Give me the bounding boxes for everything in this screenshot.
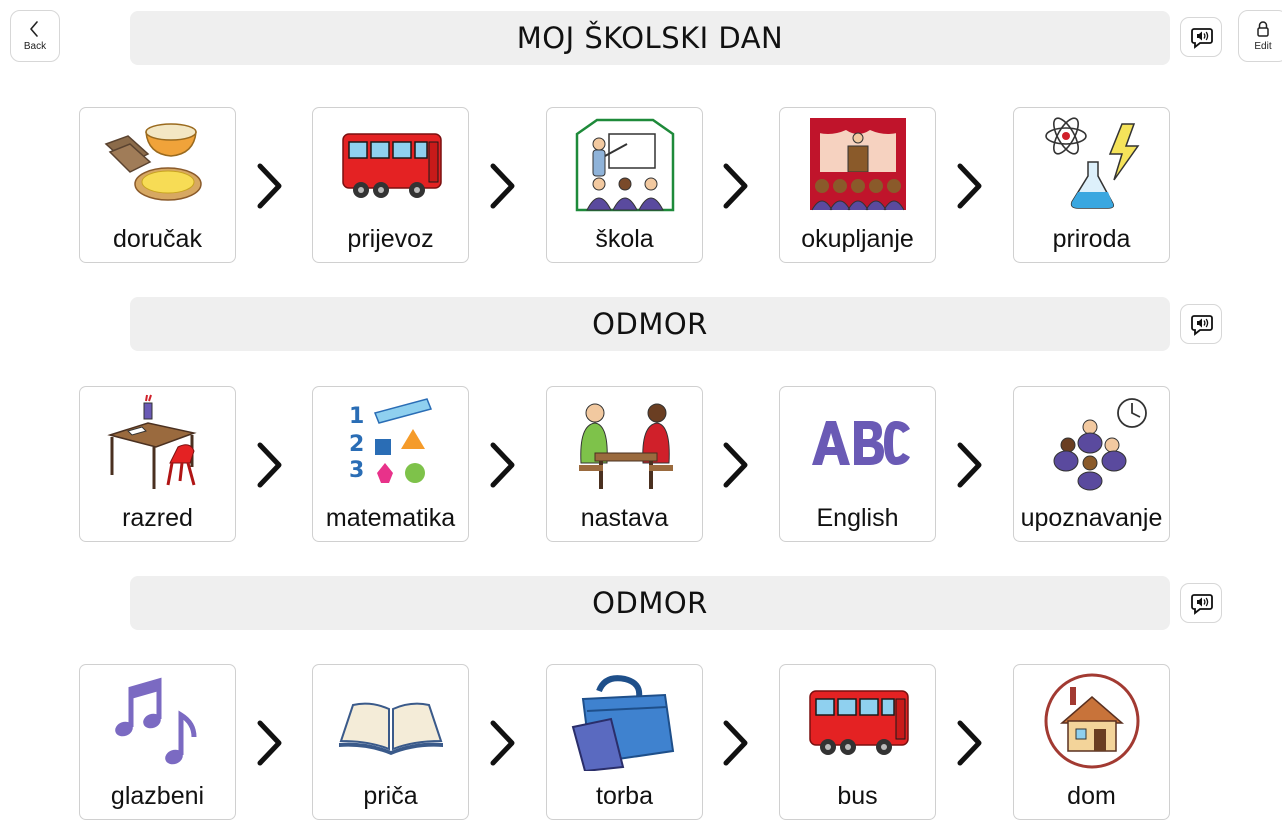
- card-english[interactable]: English: [779, 386, 936, 542]
- card-prica[interactable]: priča: [312, 664, 469, 820]
- card-priroda[interactable]: priroda: [1013, 107, 1170, 263]
- school-classroom-icon: [575, 118, 675, 212]
- chevron-right-icon: [257, 720, 282, 766]
- chevron-right-icon: [957, 442, 982, 488]
- briefcase-icon: [571, 675, 675, 771]
- card-label: škola: [595, 225, 654, 253]
- music-notes-icon: [115, 677, 197, 765]
- svg-text:2: 2: [349, 432, 364, 457]
- card-matematika[interactable]: 1 2 3 matematika: [312, 386, 469, 542]
- card-label: priča: [363, 782, 418, 810]
- section-header-break-1: ODMOR: [130, 297, 1170, 351]
- chevron-right-icon: [723, 442, 748, 488]
- card-prijevoz[interactable]: prijevoz: [312, 107, 469, 263]
- chevron-right-icon: [490, 163, 515, 209]
- bus-icon: [809, 690, 909, 755]
- card-label: bus: [837, 782, 878, 810]
- card-razred[interactable]: razred: [79, 386, 236, 542]
- svg-text:1: 1: [349, 404, 364, 429]
- chevron-right-icon: [490, 720, 515, 766]
- speak-button-break-1[interactable]: [1180, 304, 1222, 344]
- speaker-bubble-icon: [1191, 28, 1213, 49]
- card-bus[interactable]: bus: [779, 664, 936, 820]
- chevron-right-icon: [723, 720, 748, 766]
- edit-label: Edit: [1254, 41, 1272, 52]
- house-icon: [1044, 673, 1140, 769]
- chevron-right-icon: [257, 163, 282, 209]
- card-label: matematika: [325, 504, 456, 532]
- desk-chair-icon: [107, 394, 197, 489]
- card-glazbeni[interactable]: glazbeni: [79, 664, 236, 820]
- card-label: dom: [1067, 782, 1116, 810]
- lock-icon: [1257, 21, 1269, 37]
- card-label: doručak: [113, 225, 202, 253]
- card-upoznavanje[interactable]: upoznavanje: [1013, 386, 1170, 542]
- abc-icon: [812, 421, 910, 465]
- card-label: okupljanje: [801, 225, 914, 253]
- card-label: razred: [122, 504, 193, 532]
- schedule-row-2: razred 1 2 3 matematika nastava English …: [0, 386, 1282, 542]
- bus-icon: [342, 133, 442, 198]
- chevron-right-icon: [257, 442, 282, 488]
- section-header-title: MOJ ŠKOLSKI DAN: [130, 11, 1170, 65]
- section-header-break-2: ODMOR: [130, 576, 1170, 630]
- card-skola[interactable]: škola: [546, 107, 703, 263]
- back-label: Back: [23, 41, 47, 52]
- card-label: English: [816, 504, 899, 532]
- card-dom[interactable]: dom: [1013, 664, 1170, 820]
- card-dorucak[interactable]: doručak: [79, 107, 236, 263]
- back-button[interactable]: Back: [10, 10, 60, 62]
- chevron-right-icon: [957, 163, 982, 209]
- speaker-bubble-icon: [1191, 315, 1213, 336]
- speak-button-title[interactable]: [1180, 17, 1222, 57]
- schedule-row-3: glazbeni priča torba bus dom: [0, 664, 1282, 820]
- speaker-bubble-icon: [1191, 594, 1213, 615]
- lesson-people-icon: [579, 403, 673, 489]
- edit-button[interactable]: Edit: [1238, 10, 1282, 62]
- group-circle-icon: [1053, 398, 1147, 491]
- card-torba[interactable]: torba: [546, 664, 703, 820]
- math-shapes-icon: 1 2 3: [349, 398, 433, 483]
- chevron-left-icon: [30, 21, 38, 37]
- card-label: upoznavanje: [1020, 504, 1163, 532]
- chevron-right-icon: [723, 163, 748, 209]
- card-label: prijevoz: [347, 225, 434, 253]
- card-label: torba: [596, 782, 653, 810]
- open-book-icon: [339, 702, 443, 755]
- speak-button-break-2[interactable]: [1180, 583, 1222, 623]
- card-okupljanje[interactable]: okupljanje: [779, 107, 936, 263]
- assembly-stage-icon: [810, 118, 906, 211]
- chevron-right-icon: [490, 442, 515, 488]
- svg-text:3: 3: [349, 458, 364, 483]
- science-icon: [1045, 117, 1140, 209]
- card-label: nastava: [580, 504, 669, 532]
- schedule-row-1: doručak prijevoz škola okupljanje prirod…: [0, 107, 1282, 263]
- card-label: priroda: [1052, 225, 1131, 253]
- card-nastava[interactable]: nastava: [546, 386, 703, 542]
- card-label: glazbeni: [110, 782, 205, 810]
- chevron-right-icon: [957, 720, 982, 766]
- breakfast-icon: [104, 123, 202, 201]
